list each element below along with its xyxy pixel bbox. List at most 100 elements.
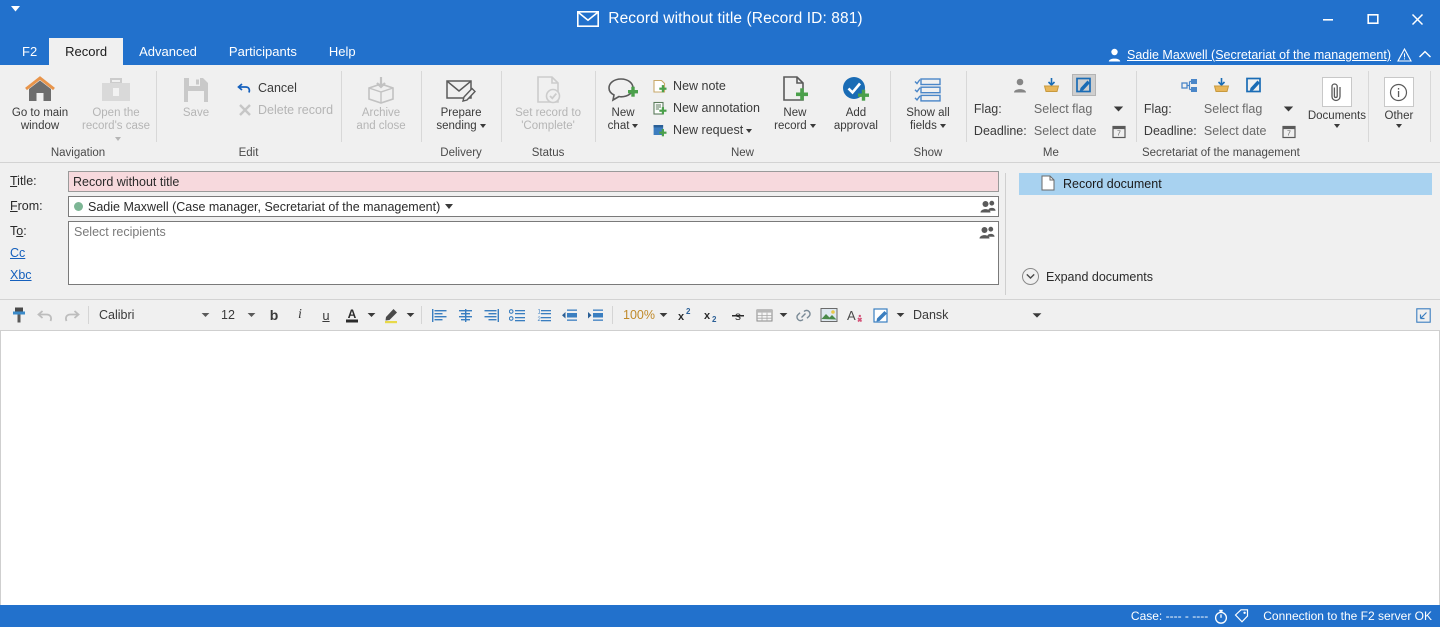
align-right-icon[interactable] — [478, 303, 504, 328]
tab-help[interactable]: Help — [313, 38, 372, 65]
delete-record-button[interactable]: Delete record — [234, 99, 339, 121]
tab-record[interactable]: Record — [49, 38, 123, 65]
tag-icon[interactable] — [1234, 609, 1249, 623]
track-changes-button[interactable] — [868, 303, 907, 328]
chevron-down-icon — [404, 312, 417, 318]
tab-participants[interactable]: Participants — [213, 38, 313, 65]
chevron-down-icon[interactable] — [445, 204, 453, 209]
quick-access-toolbar-icon[interactable] — [4, 1, 26, 17]
other-button[interactable]: Other — [1370, 69, 1428, 128]
from-input[interactable]: Sadie Maxwell (Case manager, Secretariat… — [68, 196, 999, 217]
documents-button[interactable]: Documents — [1308, 69, 1366, 128]
open-records-case-button[interactable]: Open the record's case — [78, 69, 154, 146]
cc-link[interactable]: Cc — [10, 246, 25, 260]
presence-dot-icon — [74, 202, 83, 211]
align-left-icon[interactable] — [426, 303, 452, 328]
chevron-down-icon — [195, 312, 215, 318]
superscript-icon[interactable]: x 2 — [673, 303, 699, 328]
zoom-select[interactable]: 100% — [617, 304, 673, 327]
maximize-icon[interactable] — [1350, 0, 1395, 38]
tab-advanced[interactable]: Advanced — [123, 38, 213, 65]
secretariat-deadline-value[interactable]: Select date — [1204, 124, 1278, 138]
ribbon-group-show: Show all fields Show — [890, 65, 966, 162]
new-record-button[interactable]: New record — [766, 69, 824, 133]
ribbon-group-archive: Archive and close — [341, 65, 421, 162]
current-user-link[interactable]: Sadie Maxwell (Secretariat of the manage… — [1127, 48, 1391, 62]
go-to-main-window-button[interactable]: Go to main window — [2, 69, 78, 133]
chevron-up-icon[interactable] — [1418, 49, 1432, 61]
stopwatch-icon[interactable] — [1214, 609, 1228, 624]
expand-documents-button[interactable]: Expand documents — [1019, 268, 1432, 285]
svg-text:7: 7 — [1117, 130, 1121, 137]
italic-icon[interactable]: i — [287, 303, 313, 328]
prepare-sending-button[interactable]: Prepare sending — [423, 69, 499, 133]
calendar-icon[interactable]: 7 — [1108, 121, 1130, 141]
to-input[interactable]: Select recipients — [68, 221, 999, 285]
ribbon-group-new: New chat New note — [595, 65, 890, 162]
decrease-indent-icon[interactable] — [556, 303, 582, 328]
edit-square-icon[interactable] — [1242, 74, 1266, 96]
new-note-button[interactable]: New note — [649, 75, 766, 97]
me-flag-value[interactable]: Select flag — [1034, 102, 1108, 116]
align-center-icon[interactable] — [452, 303, 478, 328]
set-record-to-complete-button[interactable]: Set record to 'Complete' — [503, 69, 593, 133]
subscript-icon[interactable]: x 2 — [699, 303, 725, 328]
people-picker-icon[interactable] — [979, 225, 995, 239]
minimize-icon[interactable] — [1305, 0, 1350, 38]
font-size-select[interactable]: 12 — [215, 304, 261, 327]
underline-icon[interactable]: u — [313, 303, 339, 328]
new-annotation-button[interactable]: New annotation — [649, 97, 766, 119]
save-button[interactable]: Save — [158, 69, 234, 120]
title-input[interactable]: Record without title — [68, 171, 999, 192]
chevron-down-icon — [777, 312, 790, 318]
chevron-down-icon[interactable] — [1108, 99, 1130, 119]
secretariat-flag-value[interactable]: Select flag — [1204, 102, 1278, 116]
edit-square-icon[interactable] — [1072, 74, 1096, 96]
home-icon — [23, 73, 57, 107]
inbox-download-icon[interactable] — [1040, 74, 1064, 96]
strikethrough-icon[interactable]: s — [725, 303, 751, 328]
from-field-label: From: — [10, 196, 68, 213]
open-records-case-label-2: record's case — [80, 120, 152, 146]
people-picker-icon[interactable] — [980, 199, 996, 213]
clear-formatting-icon[interactable]: A — [842, 303, 868, 328]
chevron-down-icon[interactable] — [1278, 99, 1300, 119]
person-icon[interactable] — [1008, 74, 1032, 96]
new-chat-button[interactable]: New chat — [597, 69, 649, 133]
record-body-editor[interactable] — [0, 331, 1440, 605]
close-icon[interactable] — [1395, 0, 1440, 38]
new-record-label-1: New — [783, 107, 806, 120]
highlight-button[interactable] — [378, 303, 417, 328]
xbc-link[interactable]: Xbc — [10, 268, 32, 282]
add-approval-button[interactable]: Add approval — [824, 69, 888, 133]
show-all-fields-button[interactable]: Show all fields — [892, 69, 964, 133]
increase-indent-icon[interactable] — [582, 303, 608, 328]
table-button[interactable] — [751, 303, 790, 328]
archive-and-close-button[interactable]: Archive and close — [343, 69, 419, 133]
csearch-button[interactable]: cSearch — [1432, 69, 1440, 128]
inbox-download-icon[interactable] — [1210, 74, 1234, 96]
tab-f2[interactable]: F2 — [10, 38, 49, 65]
link-icon[interactable] — [790, 303, 816, 328]
org-unit-icon[interactable] — [1178, 74, 1202, 96]
list-item[interactable]: Record document — [1019, 173, 1432, 195]
chevron-down-icon — [1334, 124, 1340, 128]
new-request-button[interactable]: New request — [649, 119, 766, 141]
font-color-button[interactable]: A — [339, 303, 378, 328]
popout-icon[interactable] — [1412, 304, 1434, 326]
bullet-list-icon[interactable] — [504, 303, 530, 328]
svg-text:2: 2 — [712, 315, 717, 323]
numbered-list-icon[interactable]: 1 2 — [530, 303, 556, 328]
font-family-select[interactable]: Calibri — [93, 304, 215, 327]
me-deadline-value[interactable]: Select date — [1034, 124, 1108, 138]
warning-triangle-icon[interactable] — [1397, 48, 1412, 62]
cancel-button[interactable]: Cancel — [234, 77, 339, 99]
calendar-icon[interactable]: 7 — [1278, 121, 1300, 141]
undo-icon[interactable] — [32, 303, 58, 328]
image-icon[interactable] — [816, 303, 842, 328]
document-icon — [1041, 175, 1055, 194]
bold-icon[interactable]: b — [261, 303, 287, 328]
language-select[interactable]: Dansk — [907, 304, 1047, 327]
format-painter-icon[interactable] — [6, 303, 32, 328]
redo-icon[interactable] — [58, 303, 84, 328]
